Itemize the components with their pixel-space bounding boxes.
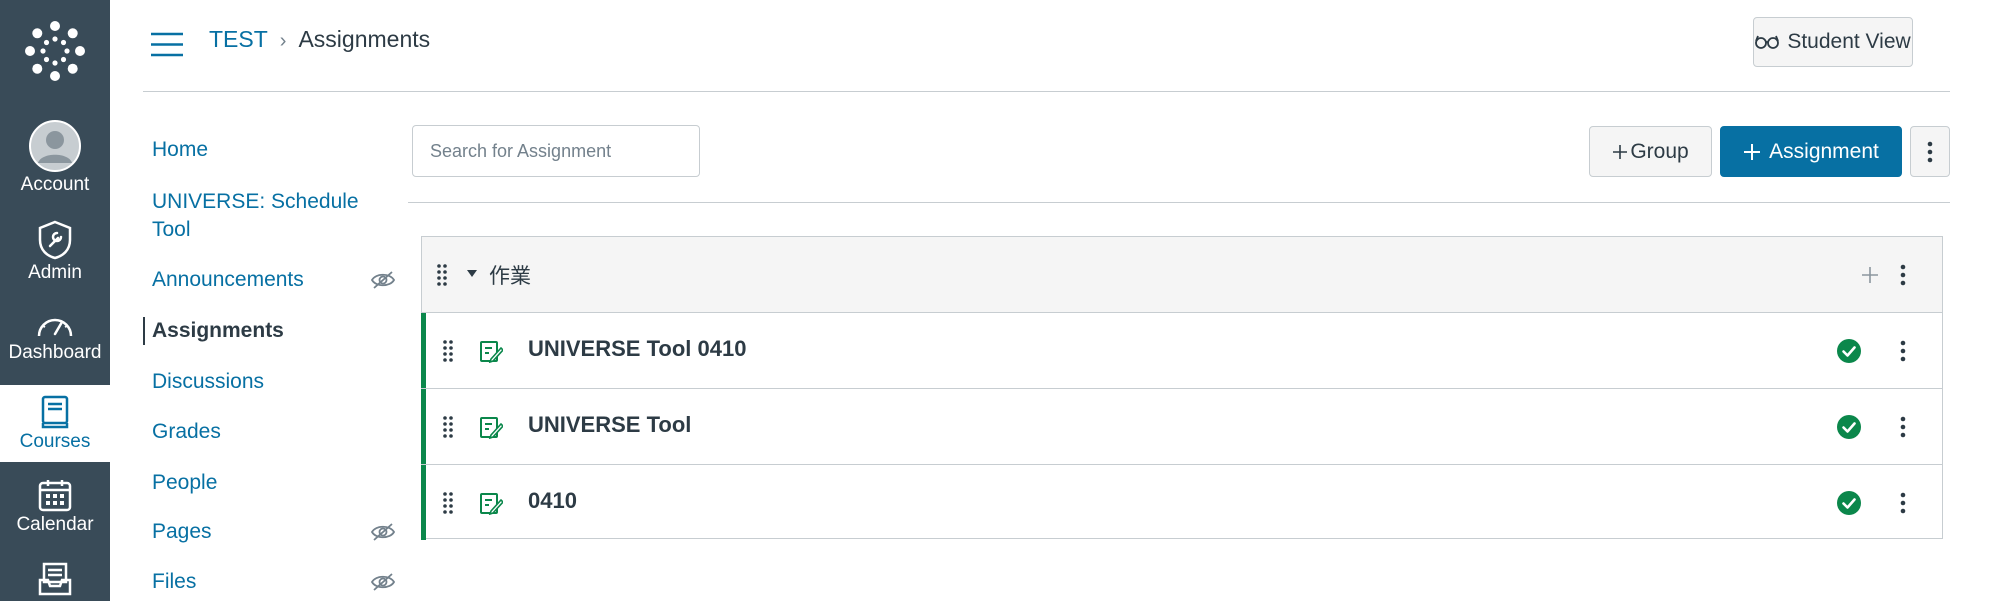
assignment-title-link[interactable]: 0410 bbox=[528, 488, 577, 514]
assignment-icon bbox=[480, 341, 503, 363]
global-nav-account[interactable]: Account bbox=[0, 120, 110, 196]
hidden-eye-icon bbox=[371, 523, 395, 541]
drag-handle-icon[interactable] bbox=[442, 339, 454, 363]
student-view-button[interactable]: Student View bbox=[1753, 17, 1913, 67]
global-nav-dashboard[interactable]: Dashboard bbox=[0, 310, 110, 364]
assignment-title-link[interactable]: UNIVERSE Tool 0410 bbox=[528, 336, 746, 362]
dashboard-gauge-icon bbox=[37, 318, 73, 337]
course-nav-files[interactable]: Files bbox=[143, 568, 395, 596]
global-nav-calendar-label: Calendar bbox=[16, 514, 94, 535]
caret-down-icon[interactable] bbox=[467, 270, 477, 278]
shield-wrench-icon bbox=[38, 220, 72, 260]
student-view-label: Student View bbox=[1787, 30, 1911, 53]
kebab-menu-icon[interactable] bbox=[1900, 264, 1906, 286]
course-nav-people-label: People bbox=[152, 471, 218, 494]
global-nav-admin-label: Admin bbox=[28, 262, 82, 283]
global-nav-calendar[interactable]: Calendar bbox=[0, 478, 110, 536]
assignment-row[interactable]: UNIVERSE Tool bbox=[421, 389, 1942, 465]
toolbar-divider bbox=[408, 202, 1950, 203]
course-menu-toggle-button[interactable] bbox=[150, 32, 184, 57]
course-nav-assignments-label: Assignments bbox=[152, 319, 284, 342]
breadcrumb-current: Assignments bbox=[298, 26, 431, 52]
assignment-group-header[interactable]: 作業 bbox=[422, 237, 1942, 313]
course-nav-grades[interactable]: Grades bbox=[143, 418, 373, 446]
course-nav-grades-label: Grades bbox=[152, 420, 221, 443]
avatar-icon bbox=[29, 120, 81, 172]
global-nav-account-label: Account bbox=[20, 174, 90, 195]
assignment-group-title: 作業 bbox=[489, 265, 531, 288]
assignment-group: 作業 UNIVERSE Tool 0410 UNIVERSE Tool 0410 bbox=[421, 236, 1943, 540]
global-nav-dashboard-label: Dashboard bbox=[8, 342, 102, 363]
course-nav-files-label: Files bbox=[152, 570, 197, 593]
header-divider bbox=[143, 91, 1950, 92]
course-nav-announcements-label: Announcements bbox=[152, 268, 304, 291]
course-nav-people[interactable]: People bbox=[143, 469, 373, 497]
global-nav-inbox[interactable] bbox=[0, 562, 110, 596]
glasses-icon bbox=[1755, 35, 1780, 49]
global-nav-courses-label: Courses bbox=[19, 431, 91, 452]
plus-icon bbox=[1744, 143, 1761, 160]
institution-logo[interactable] bbox=[0, 20, 110, 82]
kebab-menu-icon[interactable] bbox=[1900, 340, 1906, 362]
course-nav-assignments[interactable]: Assignments bbox=[143, 317, 375, 345]
kebab-menu-icon bbox=[1927, 141, 1933, 162]
breadcrumb-course-link[interactable]: TEST bbox=[209, 26, 268, 52]
hidden-eye-icon bbox=[371, 573, 395, 591]
kebab-menu-icon[interactable] bbox=[1900, 492, 1906, 514]
hamburger-icon bbox=[151, 32, 183, 57]
assignment-row[interactable]: UNIVERSE Tool 0410 bbox=[421, 313, 1942, 389]
add-group-button[interactable]: Group bbox=[1589, 126, 1712, 177]
assignment-row[interactable]: 0410 bbox=[421, 465, 1942, 540]
course-nav-home-label: Home bbox=[152, 138, 209, 161]
assignment-icon bbox=[480, 493, 503, 515]
add-assignment-to-group-icon[interactable] bbox=[1861, 266, 1879, 284]
drag-handle-icon[interactable] bbox=[442, 491, 454, 515]
course-nav-pages[interactable]: Pages bbox=[143, 518, 395, 546]
published-check-icon[interactable] bbox=[1837, 415, 1861, 439]
assignment-icon bbox=[480, 417, 503, 439]
course-nav-discussions-label: Discussions bbox=[152, 370, 265, 393]
calendar-icon bbox=[38, 480, 72, 512]
global-nav: Account Admin Dashboard Courses Calendar bbox=[0, 0, 110, 601]
add-assignment-button[interactable]: Assignment bbox=[1720, 126, 1902, 177]
courses-book-icon bbox=[41, 395, 69, 429]
published-check-icon[interactable] bbox=[1837, 339, 1861, 363]
published-indicator-bar bbox=[421, 465, 426, 540]
kebab-menu-icon[interactable] bbox=[1900, 416, 1906, 438]
add-assignment-label: Assignment bbox=[1769, 139, 1879, 163]
hidden-eye-icon bbox=[371, 271, 395, 289]
published-indicator-bar bbox=[421, 389, 426, 464]
inbox-icon bbox=[38, 562, 72, 596]
plus-icon bbox=[1613, 144, 1628, 159]
course-nav-universe-label: UNIVERSE: Schedule Tool bbox=[152, 190, 359, 241]
course-nav-pages-label: Pages bbox=[152, 520, 212, 543]
global-nav-admin[interactable]: Admin bbox=[0, 220, 110, 284]
canvas-logo-icon bbox=[25, 21, 85, 81]
add-group-label: Group bbox=[1630, 139, 1689, 163]
course-nav-universe-schedule-tool[interactable]: UNIVERSE: Schedule Tool bbox=[143, 188, 383, 244]
assignment-title-link[interactable]: UNIVERSE Tool bbox=[528, 412, 691, 438]
published-indicator-bar bbox=[421, 313, 426, 388]
assignments-settings-button[interactable] bbox=[1910, 126, 1950, 177]
drag-handle-icon[interactable] bbox=[442, 415, 454, 439]
course-nav-discussions[interactable]: Discussions bbox=[143, 368, 373, 396]
breadcrumb: TEST › Assignments bbox=[209, 26, 430, 53]
global-nav-courses[interactable]: Courses bbox=[0, 385, 110, 462]
breadcrumb-separator: › bbox=[279, 30, 287, 52]
course-nav-home[interactable]: Home bbox=[143, 136, 373, 164]
published-check-icon[interactable] bbox=[1837, 491, 1861, 515]
drag-handle-icon[interactable] bbox=[436, 263, 448, 287]
course-nav-announcements[interactable]: Announcements bbox=[143, 266, 395, 294]
search-assignment-input[interactable] bbox=[412, 125, 700, 177]
